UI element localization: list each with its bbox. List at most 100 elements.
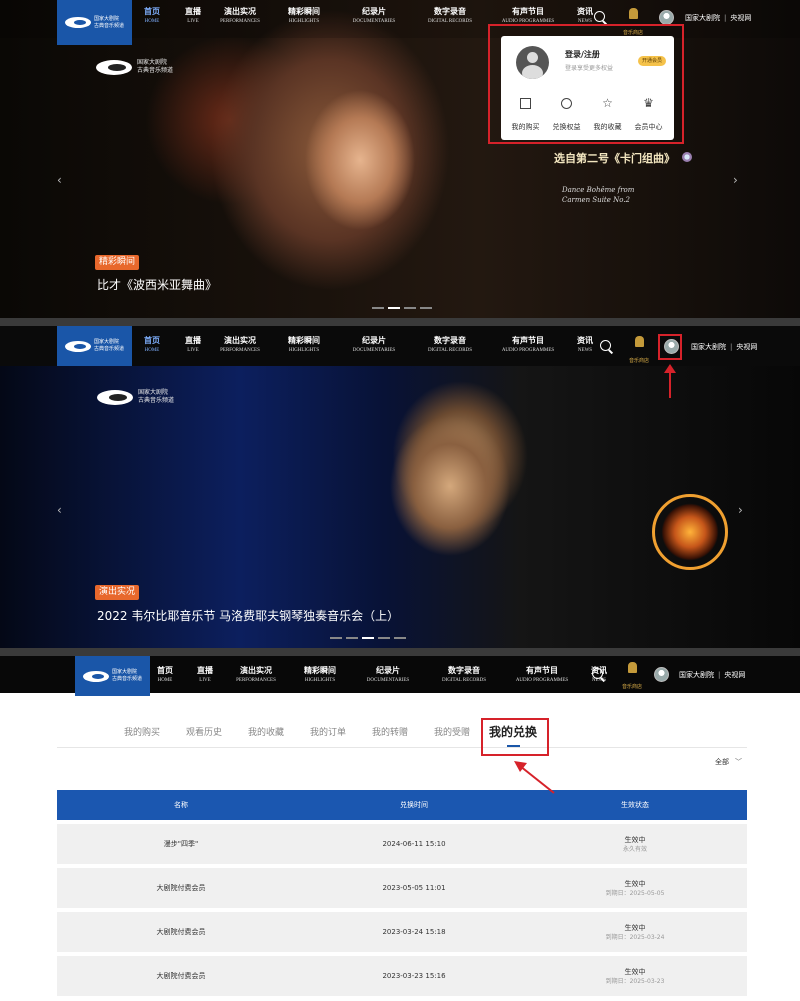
- nav-item-home[interactable]: 首页 HOME: [154, 665, 176, 685]
- cell-status: 生效中 到期日：2025-05-05: [605, 879, 665, 897]
- table-row[interactable]: 漫步"四季" 2024-06-11 15:10 生效中 永久有效: [57, 824, 747, 864]
- nav-item-home[interactable]: 首页 HOME: [140, 335, 164, 355]
- cell-status: 生效中 永久有效: [622, 835, 647, 853]
- chevron-down-icon: ﹀: [735, 758, 742, 766]
- table-row[interactable]: 大剧院付费会员 2023-05-05 11:01 生效中 到期日：2025-05-…: [57, 868, 747, 908]
- nav-item-live[interactable]: 直播 LIVE: [186, 665, 224, 685]
- nav-item-documentaries[interactable]: 纪录片 DOCUMENTARIES: [342, 6, 406, 26]
- site-logo[interactable]: 国家大剧院 古典音乐频道: [57, 0, 132, 45]
- user-avatar-icon[interactable]: [659, 10, 674, 25]
- carousel-dot[interactable]: [330, 637, 342, 639]
- site-logo[interactable]: 国家大剧院 古典音乐频道: [57, 326, 132, 366]
- tab-my-orders[interactable]: 我的订单: [310, 726, 346, 740]
- carousel-dot[interactable]: [372, 307, 384, 309]
- watermark-mark-icon: [96, 59, 132, 75]
- table-row[interactable]: 大剧院付费会员 2023-03-23 15:16 生效中 到期日：2025-03-…: [57, 956, 747, 996]
- logo-mark-icon: [64, 17, 91, 28]
- carousel-dot[interactable]: [394, 637, 406, 639]
- main-menu: 首页 HOME 直播 LIVE 演出实况 PERFORMANCES 精彩瞬间 HIGHL…: [140, 335, 600, 355]
- account-tabs: 我的购买 观看历史 我的收藏 我的订单 我的转赠 我的受赠 我的兑换: [57, 725, 747, 756]
- search-icon[interactable]: [600, 340, 614, 354]
- tab-watch-history[interactable]: 观看历史: [186, 726, 222, 740]
- prev-arrow-icon[interactable]: ‹: [57, 504, 62, 516]
- carousel-dot[interactable]: [388, 307, 400, 309]
- nav-item-performances[interactable]: 演出实况 PERFORMANCES: [212, 335, 268, 355]
- nav-item-live[interactable]: 直播 LIVE: [174, 335, 212, 355]
- nav-item-audio-programmes[interactable]: 有声节目 AUDIO PROGRAMMES: [492, 335, 564, 355]
- banner-caption[interactable]: 比才《波西米亚舞曲》: [97, 277, 217, 293]
- cell-status: 生效中 到期日：2025-03-24: [605, 923, 665, 941]
- next-arrow-icon[interactable]: ›: [738, 504, 743, 516]
- nav-item-highlights[interactable]: 精彩瞬间 HIGHLIGHTS: [276, 335, 332, 355]
- nav-item-performances[interactable]: 演出实况 PERFORMANCES: [228, 665, 284, 685]
- category-tag: 精彩瞬间: [95, 255, 140, 270]
- annotation-box-dropdown: [488, 24, 684, 144]
- annotation-arrow-up: [664, 364, 676, 398]
- nav-item-live[interactable]: 直播 LIVE: [174, 6, 212, 26]
- nav-item-digital-records[interactable]: 数字录音 DIGITAL RECORDS: [432, 665, 496, 685]
- homepage-screenshot-1: 国家大剧院 古典音乐频道 首页 HOME 直播 LIVE 演出实况 PERFORMANC…: [0, 0, 800, 318]
- link-ncpa[interactable]: 国家大剧院: [685, 14, 720, 22]
- carousel-dot[interactable]: [346, 637, 358, 639]
- nav-item-home[interactable]: 首页 HOME: [140, 6, 164, 26]
- tab-my-transfers[interactable]: 我的转赠: [372, 726, 408, 740]
- logo-mark-icon: [82, 670, 109, 682]
- annotation-arrow-diagonal: [514, 761, 555, 794]
- table-row[interactable]: 大剧院付费会员 2023-03-24 15:18 生效中 到期日：2025-03-…: [57, 912, 747, 952]
- carousel-dot[interactable]: [420, 307, 432, 309]
- nav-item-digital-records[interactable]: 数字录音 DIGITAL RECORDS: [418, 335, 482, 355]
- carousel-dot[interactable]: [404, 307, 416, 309]
- link-cctv[interactable]: 央视网: [724, 671, 745, 679]
- search-icon[interactable]: [592, 668, 606, 682]
- status-filter-dropdown[interactable]: 全部 ﹀: [715, 757, 742, 767]
- account-redemption-page: 国家大剧院 古典音乐频道 首页 HOME 直播 LIVE 演出实况 PERFORMANC…: [0, 656, 800, 1001]
- next-arrow-icon[interactable]: ›: [733, 174, 738, 186]
- nav-item-performances[interactable]: 演出实况 PERFORMANCES: [212, 6, 268, 26]
- link-cctv[interactable]: 央视网: [730, 14, 751, 22]
- stage-light: [652, 494, 728, 570]
- nav-item-documentaries[interactable]: 纪录片 DOCUMENTARIES: [356, 665, 420, 685]
- tab-my-purchases[interactable]: 我的购买: [124, 726, 160, 740]
- main-menu: 首页 HOME 直播 LIVE 演出实况 PERFORMANCES 精彩瞬间 HIGHL…: [154, 665, 614, 685]
- prev-arrow-icon[interactable]: ‹: [57, 174, 62, 186]
- nav-item-highlights[interactable]: 精彩瞬间 HIGHLIGHTS: [292, 665, 348, 685]
- cell-name: 大剧院付费会员: [156, 928, 206, 936]
- header-name: 名称: [174, 801, 188, 809]
- nav-item-highlights[interactable]: 精彩瞬间 HIGHLIGHTS: [276, 6, 332, 26]
- link-ncpa[interactable]: 国家大剧院: [691, 343, 726, 351]
- homepage-screenshot-2: 国家大剧院 古典音乐频道 首页 HOME 直播 LIVE 演出实况 PERFORMANC…: [0, 326, 800, 648]
- logo-line1: 国家大剧院: [93, 15, 119, 22]
- music-store-button[interactable]: 音乐商店: [626, 336, 652, 364]
- nav-item-digital-records[interactable]: 数字录音 DIGITAL RECORDS: [418, 6, 482, 26]
- cell-name: 大剧院付费会员: [156, 884, 206, 892]
- carousel-dot[interactable]: [378, 637, 390, 639]
- search-icon[interactable]: [594, 11, 608, 25]
- cell-name: 大剧院付费会员: [156, 972, 206, 980]
- banner-watermark-logo: 国家大剧院 古典音乐频道: [97, 389, 174, 405]
- link-cctv[interactable]: 央视网: [736, 343, 757, 351]
- tab-my-received[interactable]: 我的受赠: [434, 726, 470, 740]
- nav-item-documentaries[interactable]: 纪录片 DOCUMENTARIES: [342, 335, 406, 355]
- nav-item-news[interactable]: 资讯 NEWS: [570, 335, 600, 355]
- tab-my-favorites[interactable]: 我的收藏: [248, 726, 284, 740]
- watermark-mark-icon: [97, 389, 133, 405]
- nav-item-audio-programmes[interactable]: 有声节目 AUDIO PROGRAMMES: [506, 665, 578, 685]
- category-tag: 演出实况: [95, 585, 140, 600]
- link-ncpa[interactable]: 国家大剧院: [679, 671, 714, 679]
- store-figure-icon: [634, 336, 644, 347]
- carousel-dot[interactable]: [362, 637, 374, 639]
- banner-overlay-script: Dance Bohême from Carmen Suite No.2: [562, 186, 635, 204]
- top-nav: 国家大剧院 古典音乐频道 首页 HOME 直播 LIVE 演出实况 PERFORMANC…: [0, 656, 800, 696]
- logo-mark-icon: [64, 340, 91, 352]
- tabs-divider: [57, 747, 747, 748]
- main-menu: 首页 HOME 直播 LIVE 演出实况 PERFORMANCES 精彩瞬间 HIGHL…: [140, 6, 600, 26]
- site-logo[interactable]: 国家大剧院 古典音乐频道: [75, 656, 150, 696]
- nav-item-audio-programmes[interactable]: 有声节目 AUDIO PROGRAMMES: [492, 6, 564, 26]
- banner-caption[interactable]: 2022 韦尔比耶音乐节 马洛费耶夫钢琴独奏音乐会（上）: [97, 608, 399, 624]
- cell-time: 2023-05-05 11:01: [382, 884, 446, 892]
- header-status: 生效状态: [621, 801, 649, 809]
- carousel-dots: [330, 637, 406, 639]
- music-store-button[interactable]: 音乐商店: [619, 662, 645, 690]
- store-figure-icon: [628, 8, 638, 19]
- user-avatar-icon[interactable]: [654, 667, 669, 682]
